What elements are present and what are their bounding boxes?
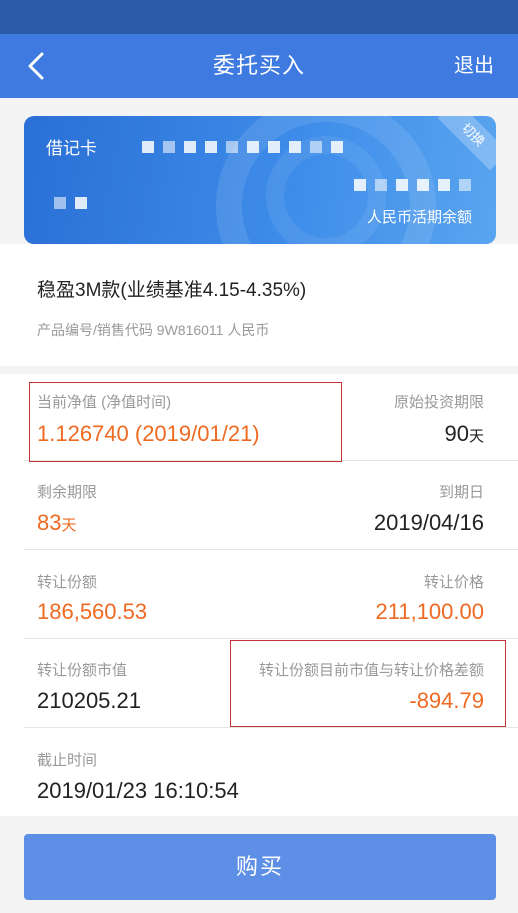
deadline-label: 截止时间: [37, 752, 98, 769]
highlight-box-nav: [29, 382, 342, 462]
card-switch-button[interactable]: 切换: [437, 116, 496, 171]
card-type-label: 借记卡: [46, 139, 97, 158]
masked-name: [54, 196, 96, 209]
nav-bar: 委托买入 退出: [0, 34, 518, 98]
orig-term-value: 90: [444, 421, 469, 446]
remaining-term-unit: 天: [61, 517, 77, 534]
section-gap: [0, 366, 518, 374]
deadline-value: 2019/01/23 16:10:54: [37, 778, 239, 803]
remaining-term-value: 83: [37, 510, 62, 535]
maturity-value: 2019/04/16: [373, 510, 484, 535]
transfer-price-label: 转让价格: [423, 574, 484, 591]
transfer-share-label: 转让份额: [37, 574, 98, 591]
exit-button[interactable]: 退出: [454, 34, 494, 98]
product-name: 稳盈3M款(业绩基准4.15-4.35%): [37, 280, 307, 301]
bank-card[interactable]: 借记卡 切换 人民币活期余额: [24, 116, 496, 244]
divider: [24, 549, 518, 550]
orig-term-unit: 天: [468, 428, 484, 445]
market-value-value: 210205.21: [37, 688, 141, 713]
masked-card-number: [142, 140, 352, 153]
divider: [24, 638, 518, 639]
highlight-box-diff: [230, 640, 506, 727]
card-section: 借记卡 切换 人民币活期余额: [0, 98, 518, 244]
balance-label: 人民币活期余额: [366, 209, 472, 226]
orig-term-label: 原始投资期限: [393, 394, 484, 411]
masked-balance: [354, 178, 480, 191]
remaining-term-label: 剩余期限: [37, 484, 98, 501]
divider: [24, 727, 518, 728]
status-bar: [0, 0, 518, 34]
transfer-price-value: 211,100.00: [375, 599, 484, 624]
market-value-label: 转让份额市值: [37, 662, 128, 679]
page-title: 委托买入: [212, 53, 305, 78]
remaining-term: 83天: [37, 510, 77, 536]
maturity-label: 到期日: [438, 484, 484, 501]
transfer-share-value: 186,560.53: [37, 599, 148, 624]
product-code: 产品编号/销售代码 9W816011 人民币: [37, 322, 270, 338]
buy-button[interactable]: 购买: [24, 834, 496, 900]
orig-term: 90天: [445, 421, 485, 447]
